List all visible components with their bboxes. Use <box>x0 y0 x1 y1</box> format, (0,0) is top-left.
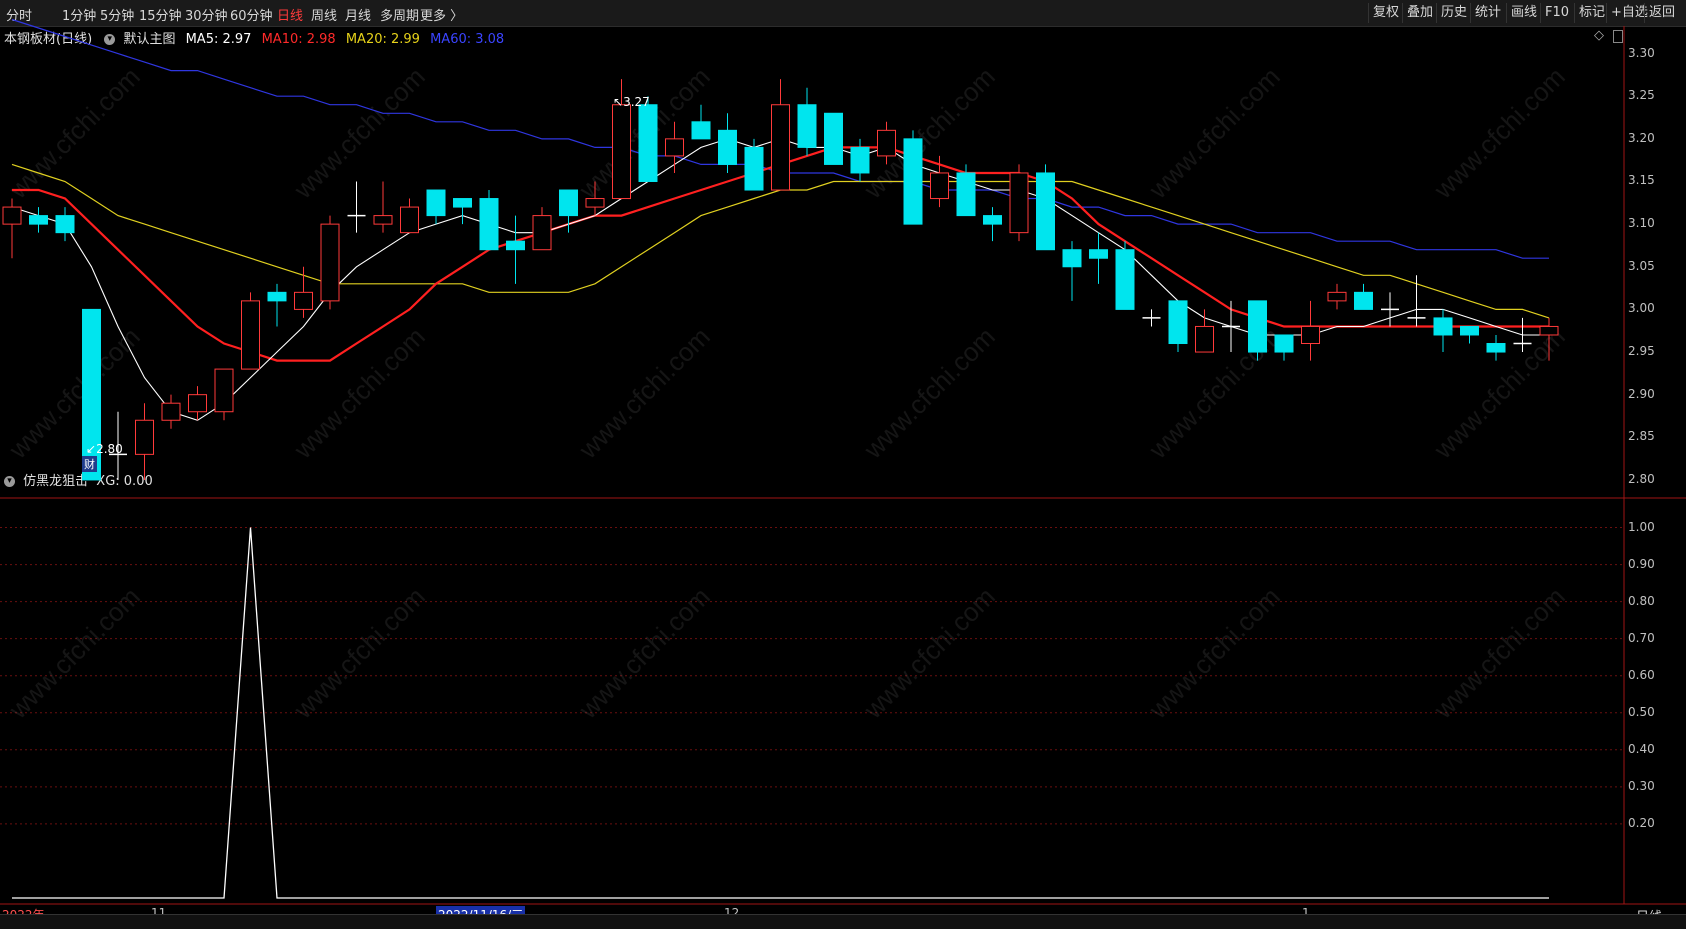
watermark-text: www.cfchi.com <box>287 61 430 204</box>
indicator-tick-label: 0.30 <box>1628 778 1655 793</box>
watermark-text: www.cfchi.com <box>857 581 1000 724</box>
candle-body <box>135 419 154 455</box>
candle-body <box>1089 249 1108 259</box>
low-price-label: ↙2.80 <box>86 442 123 456</box>
candle-body <box>956 172 976 217</box>
watermark-text: www.cfchi.com <box>1142 61 1285 204</box>
candle-body <box>1009 172 1029 234</box>
candle-body <box>877 129 896 157</box>
price-tick-label: 2.85 <box>1628 429 1655 444</box>
candle-body <box>188 394 207 413</box>
candle-body <box>771 104 790 191</box>
candle-body <box>903 138 923 225</box>
price-tick-label: 3.20 <box>1628 130 1655 145</box>
watermark-text: www.cfchi.com <box>1142 581 1285 724</box>
candle-body <box>1433 317 1453 336</box>
price-tick-label: 3.25 <box>1628 88 1655 103</box>
price-tick-label: 3.30 <box>1628 45 1655 60</box>
candle-body <box>1301 325 1320 345</box>
candle-body <box>320 223 340 302</box>
candle-body <box>665 138 684 157</box>
price-tick-label: 2.80 <box>1628 471 1655 486</box>
candle-body <box>1248 300 1267 353</box>
watermark-text: www.cfchi.com <box>572 581 715 724</box>
price-tick-label: 3.10 <box>1628 216 1655 231</box>
price-tick-label: 3.05 <box>1628 258 1655 273</box>
candle-body <box>479 198 499 251</box>
candle-body <box>1195 325 1214 353</box>
candle-body <box>29 215 48 225</box>
candle-body <box>850 146 870 174</box>
candle-body <box>691 121 711 140</box>
candle-body <box>161 402 181 421</box>
candle-body <box>267 291 287 302</box>
candle-body <box>718 129 737 165</box>
kline-chart[interactable]: www.cfchi.com www.cfchi.com www.cfchi.com w… <box>0 0 1686 928</box>
price-tick-label: 2.95 <box>1628 344 1655 359</box>
candle-body <box>983 215 1002 225</box>
indicator-tick-label: 0.20 <box>1628 815 1655 830</box>
candle-body <box>638 104 658 182</box>
candle-body <box>453 198 472 208</box>
high-price-label: ↖3.27 <box>613 95 650 109</box>
candle-body <box>1274 334 1294 353</box>
watermark-text: www.cfchi.com <box>1427 581 1570 724</box>
candle-body <box>294 291 313 310</box>
indicator-tick-label: 1.00 <box>1628 519 1655 534</box>
candle-body <box>559 189 578 217</box>
candle-body <box>55 215 75 234</box>
candle-body <box>797 104 817 148</box>
watermark-text: www.cfchi.com <box>857 321 1000 464</box>
bottom-status-bar <box>0 914 1686 929</box>
candle-body <box>1354 291 1373 310</box>
candle-body <box>241 300 260 370</box>
candle-body <box>532 215 552 251</box>
indicator-tick-label: 0.80 <box>1628 593 1655 608</box>
candle-body <box>214 368 234 413</box>
candle-body <box>373 215 393 225</box>
cai-badge[interactable]: 财 <box>82 456 97 472</box>
candle-body <box>1539 325 1559 336</box>
watermark-text: www.cfchi.com <box>2 581 145 724</box>
price-tick-label: 2.90 <box>1628 386 1655 401</box>
candle-body <box>1115 249 1135 310</box>
indicator-tick-label: 0.70 <box>1628 630 1655 645</box>
candle-body <box>1062 249 1082 268</box>
candle-body <box>506 240 525 251</box>
price-tick-label: 3.15 <box>1628 173 1655 188</box>
candle-body <box>1486 343 1506 353</box>
indicator-tick-label: 0.50 <box>1628 704 1655 719</box>
candle-body <box>930 172 949 200</box>
candle-body <box>1460 325 1479 336</box>
candle-body <box>1327 291 1347 302</box>
indicator-tick-label: 0.40 <box>1628 741 1655 756</box>
watermark-text: www.cfchi.com <box>1427 61 1570 204</box>
candle-body <box>744 146 764 191</box>
candle-body <box>1036 172 1055 251</box>
candle-body <box>400 206 419 234</box>
price-tick-label: 3.00 <box>1628 301 1655 316</box>
indicator-tick-label: 0.60 <box>1628 667 1655 682</box>
watermark-text: www.cfchi.com <box>2 61 145 204</box>
indicator-tick-label: 0.90 <box>1628 556 1655 571</box>
watermark-text: www.cfchi.com <box>572 321 715 464</box>
candle-body <box>426 189 446 217</box>
candle-body <box>2 206 22 225</box>
candle-body <box>612 104 631 200</box>
watermark-text: www.cfchi.com <box>2 321 145 464</box>
watermark-text: www.cfchi.com <box>287 581 430 724</box>
candle-body <box>824 112 843 165</box>
candle-body <box>585 198 605 208</box>
candle-body <box>1168 300 1188 345</box>
